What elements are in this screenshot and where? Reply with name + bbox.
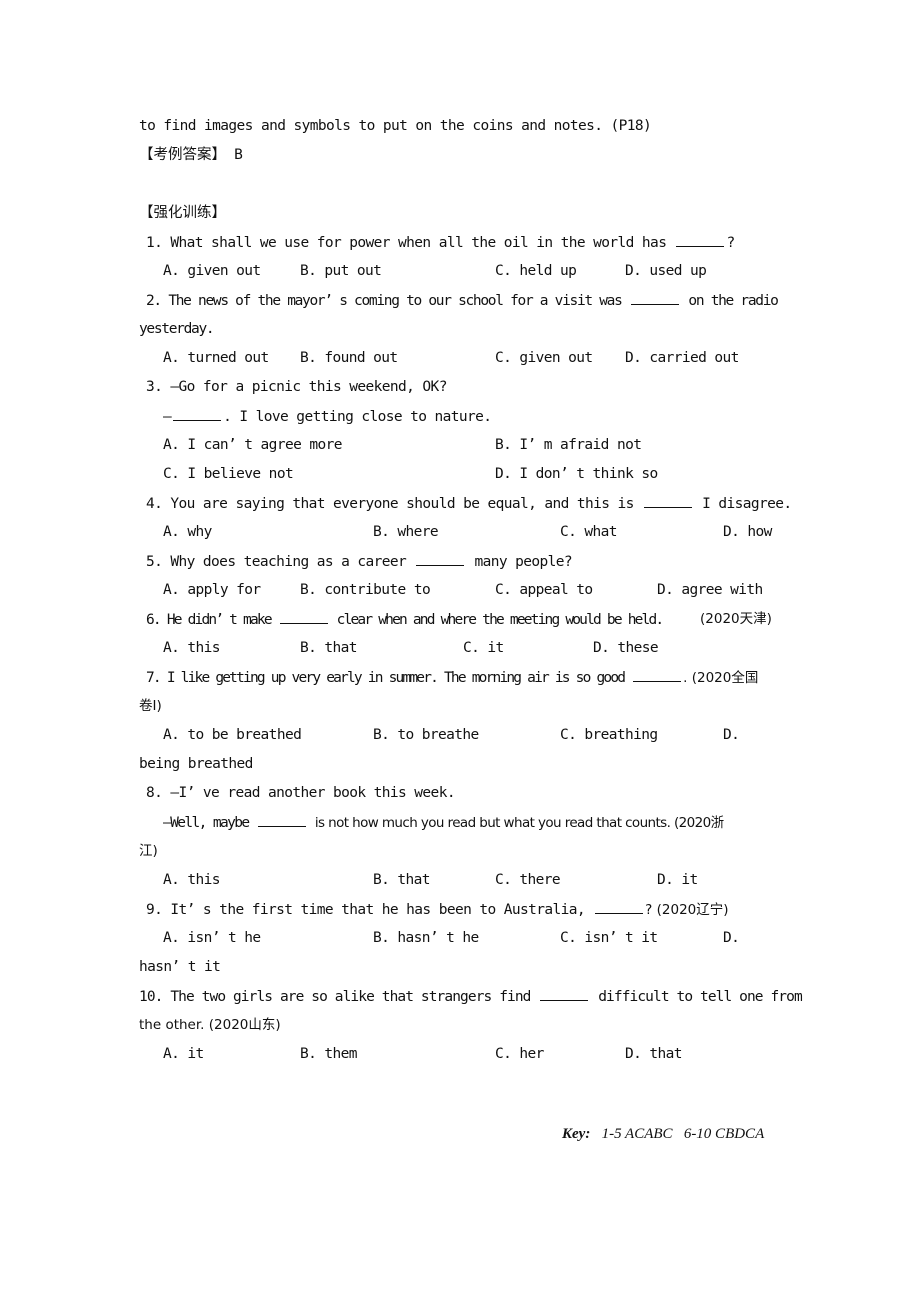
question-stem: Why does teaching as a career (170, 554, 407, 570)
option-b: B. hasn’ t he (373, 930, 479, 946)
answer-blank (676, 232, 725, 247)
question-1: 1. What shall we use for power when all … (146, 232, 735, 253)
option-d: D. that (625, 1046, 683, 1062)
option-c: C. what (560, 524, 618, 540)
option-d: D. (723, 930, 740, 946)
answer-blank (173, 406, 222, 421)
option-a: A. this (163, 640, 221, 656)
question-stem: He didn’ t make (166, 612, 273, 628)
section-title: 【强化训练】 (139, 205, 226, 221)
key-label: Key: (562, 1126, 591, 1142)
option-d: D. it (657, 872, 698, 888)
option-b: B. to breathe (373, 727, 479, 743)
option-b: B. that (373, 872, 431, 888)
option-d: D. agree with (657, 582, 763, 598)
answer-blank (595, 899, 644, 914)
example-answer: 【考例答案】 B (139, 145, 243, 165)
question-5: 5. Why does teaching as a career many pe… (146, 551, 573, 572)
option-c: C. there (495, 872, 561, 888)
option-b: B. I’ m afraid not (495, 437, 642, 453)
question-8: 8. —I’ ve read another book this week. (146, 785, 456, 801)
option-c: C. held up (495, 263, 577, 279)
option-b: B. found out (300, 350, 398, 366)
option-b: B. put out (300, 263, 382, 279)
option-d: D. carried out (625, 350, 739, 366)
intro-continuation: to find images and symbols to put on the… (139, 118, 652, 134)
option-a: A. to be breathed (163, 727, 302, 743)
option-d-wrap: being breathed (139, 756, 253, 772)
option-c: C. breathing (560, 727, 658, 743)
question-stem: What shall we use for power when all the… (170, 235, 667, 251)
option-d: D. used up (625, 263, 707, 279)
question-3-reply: —. I love getting close to nature. (163, 406, 492, 427)
option-b: B. where (373, 524, 439, 540)
question-stem: It’ s the first time that he has been to… (170, 902, 586, 918)
option-a: A. turned out (163, 350, 269, 366)
option-a: A. why (163, 524, 212, 540)
option-d: D. I don’ t think so (495, 466, 658, 482)
option-d: D. how (723, 524, 772, 540)
question-6: 6. He didn’ t make clear when and where … (146, 609, 664, 630)
answer-blank (416, 551, 465, 566)
answer-blank (257, 812, 306, 827)
question-4: 4. You are saying that everyone should b… (146, 493, 792, 514)
answer-label: 【考例答案】 (139, 147, 226, 163)
answer-blank (643, 493, 692, 508)
option-c: C. given out (495, 350, 593, 366)
answer-blank (279, 609, 328, 624)
option-a: A. isn’ t he (163, 930, 261, 946)
option-b: B. that (300, 640, 358, 656)
question-6-source: (2020天津) (700, 611, 772, 627)
option-c: C. isn’ t it (560, 930, 658, 946)
question-stem: I like getting up very early in summer. … (166, 670, 626, 686)
option-a: A. I can’ t agree more (163, 437, 342, 453)
answer-blank (630, 290, 679, 305)
question-3: 3. —Go for a picnic this weekend, OK? (146, 379, 447, 395)
option-a: A. apply for (163, 582, 261, 598)
option-a: A. given out (163, 263, 261, 279)
option-d: D. (723, 727, 740, 743)
key-part-2: 6-10 CBDCA (683, 1126, 765, 1142)
question-2: 2. The news of the mayor’ s coming to ou… (146, 290, 779, 311)
option-c: C. it (463, 640, 504, 656)
question-8-wrap: 江) (139, 843, 158, 859)
question-7: 7. I like getting up very early in summe… (146, 667, 758, 688)
question-9: 9. It’ s the first time that he has been… (146, 899, 729, 920)
answer-blank (633, 667, 682, 682)
question-2-wrap: yesterday. (139, 321, 215, 337)
answer-blank (540, 986, 589, 1001)
question-stem: You are saying that everyone should be e… (170, 496, 634, 512)
answer-value: B (234, 147, 243, 163)
key-part-1: 1-5 ACABC (601, 1126, 673, 1142)
answer-key: Key: 1-5 ACABC 6-10 CBDCA (562, 1126, 764, 1143)
option-b: B. them (300, 1046, 358, 1062)
option-b: B. contribute to (300, 582, 431, 598)
question-stem: The two girls are so alike that stranger… (170, 989, 531, 1005)
question-10: 10. The two girls are so alike that stra… (139, 986, 803, 1007)
option-d: D. these (593, 640, 659, 656)
question-7-wrap: 卷I) (139, 698, 162, 714)
option-a: A. it (163, 1046, 204, 1062)
question-10-wrap: the other. (2020山东) (139, 1017, 281, 1033)
question-stem: The news of the mayor’ s coming to our s… (168, 293, 623, 309)
option-c: C. her (495, 1046, 544, 1062)
question-8-reply: —Well, maybe is not how much you read bu… (163, 812, 724, 833)
option-c: C. I believe not (163, 466, 294, 482)
option-a: A. this (163, 872, 221, 888)
option-c: C. appeal to (495, 582, 593, 598)
option-d-wrap: hasn’ t it (139, 959, 221, 975)
